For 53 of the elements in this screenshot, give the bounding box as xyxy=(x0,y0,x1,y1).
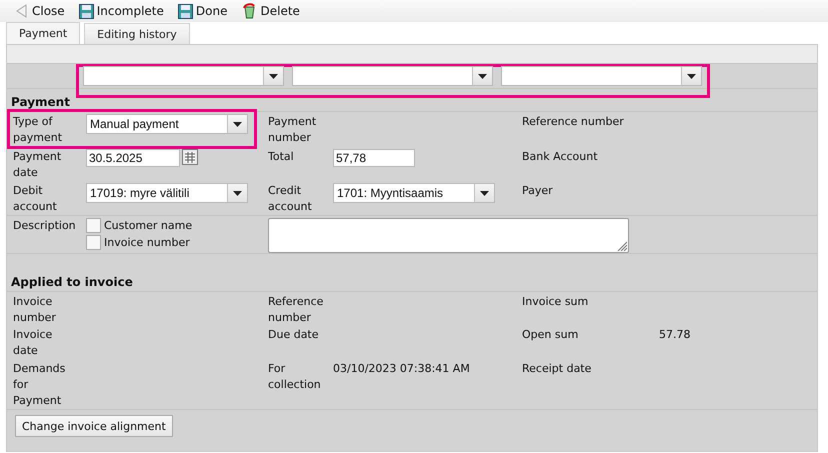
field-label: Description xyxy=(13,218,77,234)
filter-dropdown[interactable] xyxy=(292,66,493,86)
field-label: Reference number xyxy=(522,114,625,130)
filter-dropdown[interactable] xyxy=(501,66,702,86)
credit-account-dropdown[interactable]: 1701: Myyntisaamis xyxy=(333,183,495,203)
caret-icon xyxy=(478,74,487,78)
change-alignment-button[interactable]: Change invoice alignment xyxy=(15,415,173,437)
section-title: Payment xyxy=(10,94,71,111)
total-field[interactable]: 57,78 xyxy=(333,149,415,167)
checkbox[interactable] xyxy=(86,218,101,233)
caret-icon xyxy=(233,122,242,126)
field-label: Payer xyxy=(522,183,554,199)
field-label: Invoice sum xyxy=(522,294,590,310)
tab[interactable]: Editing history xyxy=(84,23,190,44)
caret-icon xyxy=(269,74,278,78)
field-label: Due date xyxy=(268,327,320,343)
field-label: Invoice date xyxy=(13,327,54,359)
field-label: Bank Account xyxy=(522,149,599,165)
checkbox-label: Customer name xyxy=(104,219,192,232)
field-label: Payment number xyxy=(268,114,318,146)
description-textarea[interactable] xyxy=(268,218,629,253)
trash-can-icon xyxy=(241,3,258,19)
field-label: Total xyxy=(268,149,295,165)
section-title: Applied to invoice xyxy=(10,274,134,291)
date-field[interactable]: 30.5.2025 xyxy=(86,149,180,167)
back-arrow-icon xyxy=(15,4,29,18)
field-label: Payment date xyxy=(13,149,62,181)
calendar-icon[interactable] xyxy=(182,149,198,165)
field-label: Open sum xyxy=(522,327,580,343)
resize-grip-icon xyxy=(617,241,627,251)
field-label: Receipt date xyxy=(522,361,592,377)
checkbox-label: Invoice number xyxy=(104,236,190,249)
field-value: 03/10/2023 07:38:41 AM xyxy=(333,361,471,377)
toolbar-button[interactable]: Delete xyxy=(236,1,305,21)
caret-icon xyxy=(233,190,242,196)
field-label: Demands for Payment xyxy=(13,361,66,409)
tab[interactable]: Payment xyxy=(6,22,80,44)
field-label: Type of payment xyxy=(13,114,64,146)
caret-icon xyxy=(687,74,696,78)
field-label: For collection xyxy=(268,361,322,393)
payment-type-dropdown[interactable]: Manual payment xyxy=(86,114,248,134)
toolbar-button[interactable]: Done xyxy=(172,1,232,21)
checkbox[interactable] xyxy=(86,235,101,250)
debit-account-dropdown[interactable]: 17019: myre välitili xyxy=(86,183,248,203)
filter-dropdown[interactable] xyxy=(83,66,284,86)
field-label: Invoice number xyxy=(13,294,57,326)
field-label: Credit account xyxy=(268,183,313,215)
caret-icon xyxy=(480,190,489,196)
toolbar-button[interactable]: Incomplete xyxy=(74,1,169,21)
field-value: 57.78 xyxy=(659,327,692,343)
field-label: Debit account xyxy=(13,183,58,215)
toolbar-button[interactable]: Close xyxy=(10,1,70,21)
field-label: Reference number xyxy=(268,294,324,326)
